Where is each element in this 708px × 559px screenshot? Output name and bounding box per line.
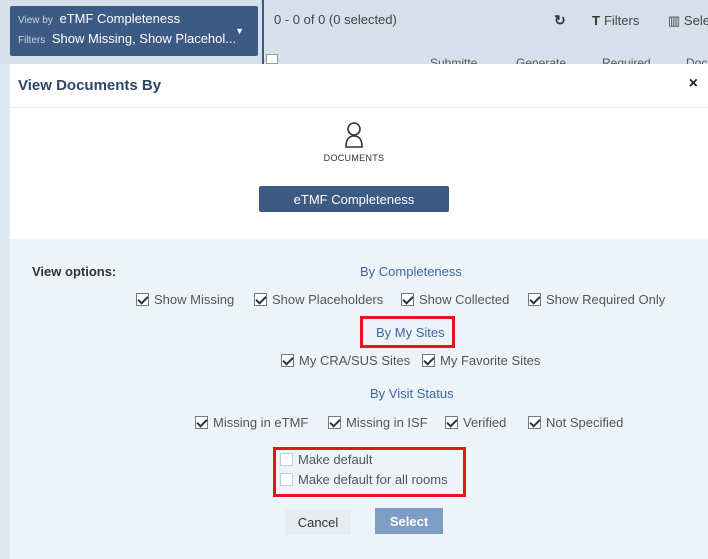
- checkbox-checked-icon: [445, 416, 458, 429]
- my-favorite-sites-checkbox[interactable]: My Favorite Sites: [422, 353, 540, 368]
- caret-down-icon: ▼: [235, 26, 244, 36]
- filters-button[interactable]: T Filters: [592, 13, 639, 28]
- missing-in-etmf-checkbox[interactable]: Missing in eTMF: [195, 415, 308, 430]
- dialog-title: View Documents By: [18, 77, 162, 94]
- by-visit-status-title[interactable]: By Visit Status: [370, 386, 454, 401]
- documents-section: DOCUMENTS eTMF Completeness: [10, 108, 708, 239]
- verified-checkbox[interactable]: Verified: [445, 415, 506, 430]
- checkbox-checked-icon: [328, 416, 341, 429]
- select-button[interactable]: Select: [375, 508, 443, 534]
- checkbox-checked-icon: [401, 293, 414, 306]
- view-by-value: eTMF Completeness: [59, 11, 181, 26]
- show-collected-checkbox[interactable]: Show Collected: [401, 292, 509, 307]
- view-by-label: View by: [18, 15, 53, 26]
- checkbox-checked-icon: [254, 293, 267, 306]
- dialog-header: View Documents By ×: [10, 64, 708, 108]
- divider: [262, 0, 264, 64]
- not-specified-checkbox[interactable]: Not Specified: [528, 415, 623, 430]
- close-icon[interactable]: ×: [689, 75, 698, 93]
- select-columns-button[interactable]: ▥ Sele: [668, 13, 708, 29]
- show-missing-checkbox[interactable]: Show Missing: [136, 292, 234, 307]
- record-count: 0 - 0 of 0 (0 selected): [274, 12, 397, 27]
- show-placeholders-checkbox[interactable]: Show Placeholders: [254, 292, 383, 307]
- columns-icon: ▥: [668, 13, 681, 28]
- checkbox-checked-icon: [422, 354, 435, 367]
- checkbox-checked-icon: [281, 354, 294, 367]
- select-columns-label: Sele: [683, 13, 708, 28]
- etmf-completeness-button[interactable]: eTMF Completeness: [259, 186, 449, 212]
- filters-value: Show Missing, Show Placehol...: [51, 31, 237, 46]
- checkbox-checked-icon: [136, 293, 149, 306]
- top-toolbar: View by eTMF Completeness Filters Show M…: [0, 0, 708, 70]
- checkbox-checked-icon: [528, 293, 541, 306]
- view-options-label: View options:: [32, 264, 117, 279]
- filter-icon: T: [592, 13, 600, 28]
- checkbox-checked-icon: [195, 416, 208, 429]
- refresh-icon[interactable]: ↻: [554, 12, 566, 29]
- filters-label: Filters: [18, 35, 46, 46]
- my-cra-sus-sites-checkbox[interactable]: My CRA/SUS Sites: [281, 353, 410, 368]
- documents-caption: DOCUMENTS: [323, 153, 385, 163]
- make-default-checkbox[interactable]: Make default: [280, 452, 372, 467]
- view-options-section: View options: By Completeness Show Missi…: [10, 239, 708, 559]
- show-required-only-checkbox[interactable]: Show Required Only: [528, 292, 665, 307]
- missing-in-isf-checkbox[interactable]: Missing in ISF: [328, 415, 428, 430]
- view-by-dropdown[interactable]: View by eTMF Completeness Filters Show M…: [10, 6, 258, 56]
- view-documents-dialog: View Documents By × DOCUMENTS eTMF Compl…: [10, 64, 708, 559]
- checkbox-unchecked-icon: [280, 453, 293, 466]
- checkbox-unchecked-icon: [280, 473, 293, 486]
- by-my-sites-title[interactable]: By My Sites: [376, 325, 445, 340]
- filters-button-label: Filters: [603, 13, 640, 28]
- person-icon: [345, 122, 363, 148]
- checkbox-checked-icon: [528, 416, 541, 429]
- select-all-checkbox[interactable]: [266, 54, 278, 64]
- cancel-button[interactable]: Cancel: [285, 509, 351, 535]
- by-completeness-title[interactable]: By Completeness: [360, 264, 462, 279]
- make-default-all-rooms-checkbox[interactable]: Make default for all rooms: [280, 472, 448, 487]
